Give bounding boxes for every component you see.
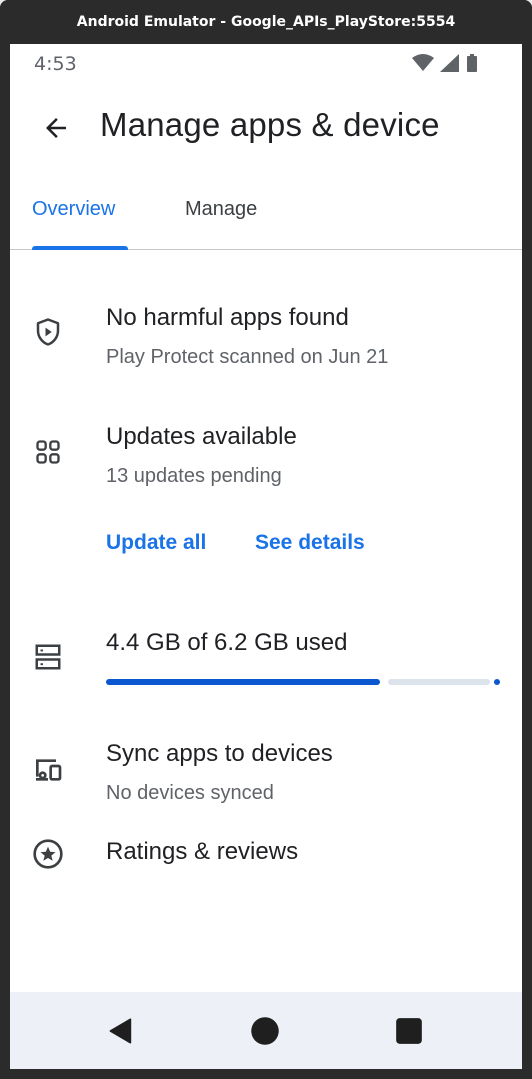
devices-icon bbox=[32, 754, 64, 786]
back-button[interactable] bbox=[34, 106, 78, 150]
window-title: Android Emulator - Google_APIs_PlayStore… bbox=[0, 0, 532, 44]
protect-title: No harmful apps found bbox=[106, 304, 349, 331]
apps-grid-icon bbox=[32, 436, 64, 468]
storage-progress-fill bbox=[106, 679, 380, 685]
home-circle-icon bbox=[251, 1017, 279, 1045]
update-all-button[interactable]: Update all bbox=[106, 531, 206, 555]
back-triangle-icon bbox=[109, 1018, 132, 1044]
protect-subtitle: Play Protect scanned on Jun 21 bbox=[106, 346, 389, 368]
app-bar: Manage apps & device bbox=[10, 84, 522, 172]
ratings-row[interactable]: Ratings & reviews bbox=[10, 832, 522, 902]
sync-title: Sync apps to devices bbox=[106, 740, 333, 767]
arrow-back-icon bbox=[46, 118, 66, 138]
storage-progress-bar bbox=[106, 679, 500, 685]
updates-title: Updates available bbox=[106, 423, 297, 450]
battery-icon bbox=[467, 54, 477, 72]
emulator-window: Android Emulator - Google_APIs_PlayStore… bbox=[0, 0, 532, 1079]
tab-indicator bbox=[32, 246, 128, 250]
see-details-button[interactable]: See details bbox=[255, 531, 365, 555]
sync-subtitle: No devices synced bbox=[106, 782, 274, 804]
nav-recents-button[interactable] bbox=[394, 1016, 424, 1046]
sync-row[interactable]: Sync apps to devices No devices synced bbox=[10, 732, 522, 822]
storage-title: 4.4 GB of 6.2 GB used bbox=[106, 629, 348, 656]
recents-square-icon bbox=[396, 1018, 422, 1044]
storage-row[interactable]: 4.4 GB of 6.2 GB used bbox=[10, 619, 522, 699]
status-icons bbox=[412, 54, 478, 72]
page-title: Manage apps & device bbox=[100, 106, 440, 143]
signal-icon bbox=[440, 54, 459, 72]
system-nav-bar bbox=[10, 992, 522, 1069]
shield-play-icon bbox=[32, 316, 64, 348]
tab-overview[interactable]: Overview bbox=[32, 198, 115, 221]
storage-progress-end-dot bbox=[494, 679, 500, 685]
star-circle-icon bbox=[32, 838, 64, 870]
tab-manage[interactable]: Manage bbox=[185, 198, 257, 221]
tab-bar: Overview Manage bbox=[10, 172, 522, 250]
nav-back-button[interactable] bbox=[106, 1016, 136, 1046]
updates-row[interactable]: Updates available 13 updates pending bbox=[10, 412, 522, 502]
device-screen: 4:53 Manage apps & device Overview Manag… bbox=[10, 44, 522, 1069]
storage-icon bbox=[32, 641, 64, 673]
wifi-icon bbox=[412, 54, 434, 71]
status-time: 4:53 bbox=[34, 53, 77, 75]
ratings-title: Ratings & reviews bbox=[106, 838, 299, 865]
status-bar: 4:53 bbox=[10, 44, 522, 84]
storage-progress-remaining bbox=[388, 679, 490, 685]
nav-home-button[interactable] bbox=[250, 1016, 280, 1046]
updates-subtitle: 13 updates pending bbox=[106, 465, 282, 487]
play-protect-row[interactable]: No harmful apps found Play Protect scann… bbox=[10, 294, 522, 384]
